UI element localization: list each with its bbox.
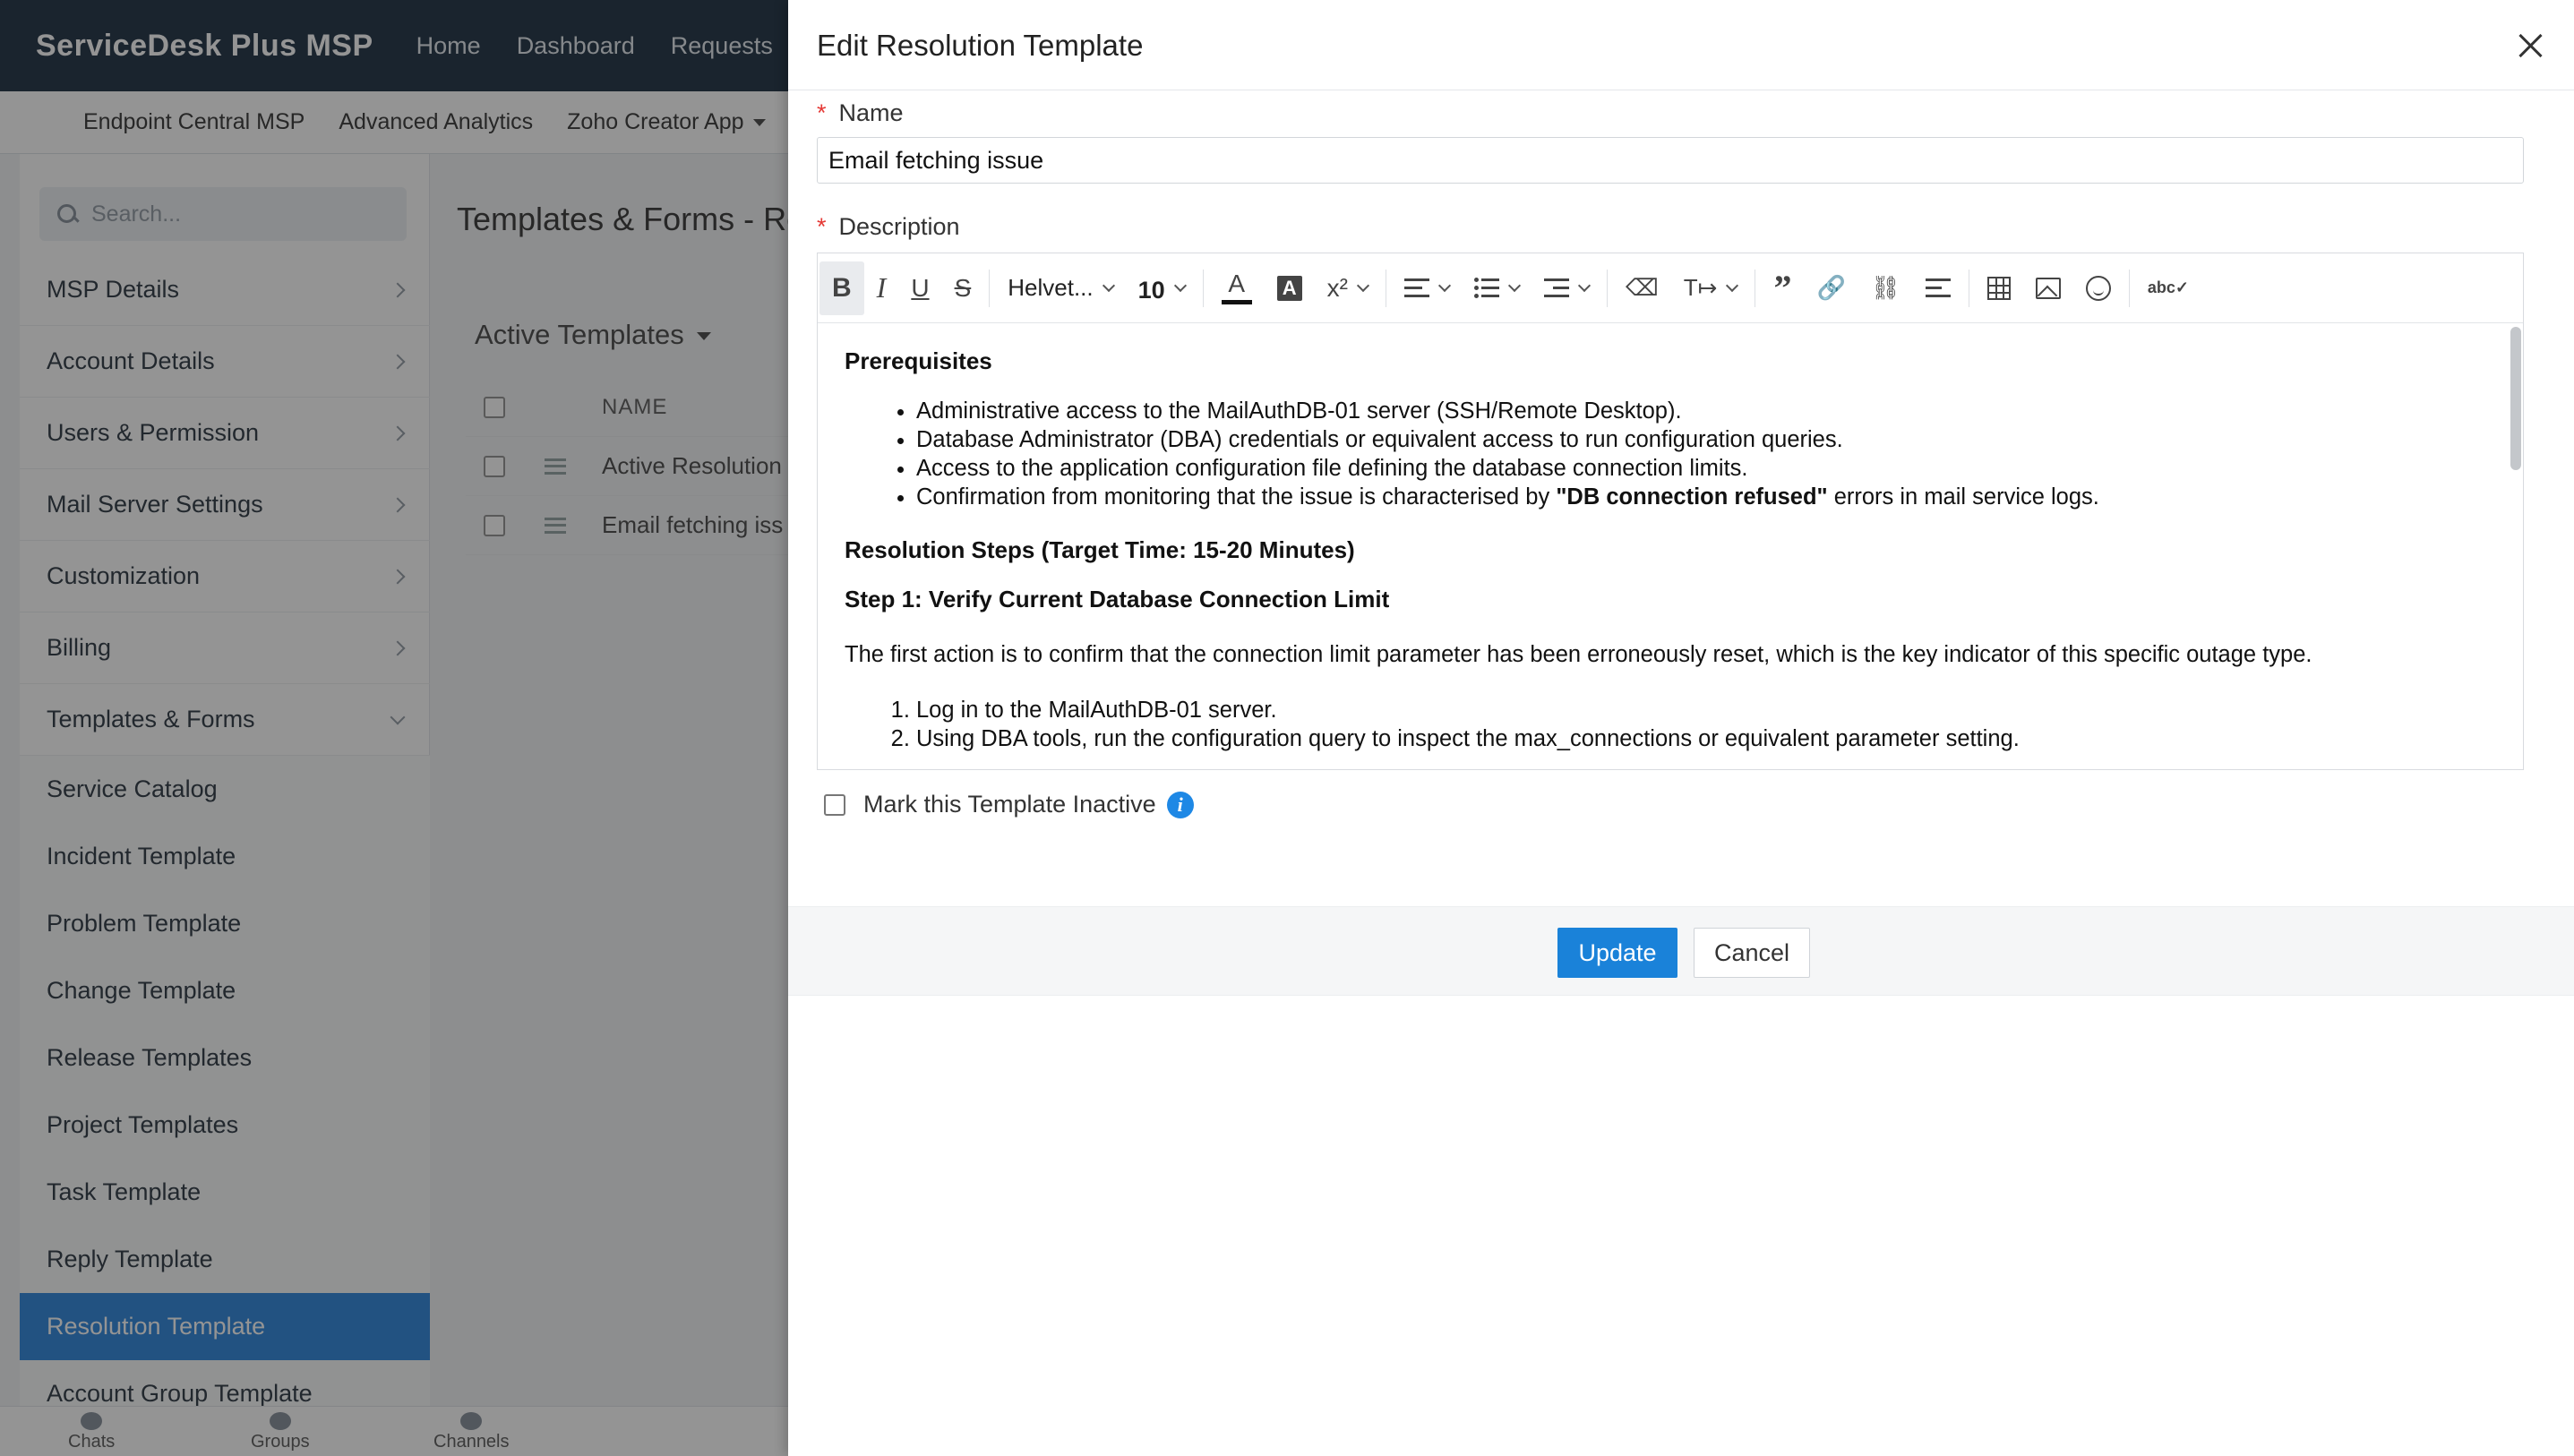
prerequisites-list: Administrative access to the MailAuthDB-…	[916, 397, 2496, 511]
editor-content[interactable]: Prerequisites Administrative access to t…	[818, 324, 2523, 769]
chevron-down-icon	[1102, 278, 1115, 292]
blockquote-button[interactable]: ”	[1761, 261, 1804, 315]
line-spacing-icon	[1925, 278, 1951, 298]
remove-link-button[interactable]: ⛓	[1858, 261, 1913, 315]
info-icon[interactable]: i	[1166, 791, 1194, 818]
unlink-icon: ⛓	[1870, 274, 1900, 301]
close-icon[interactable]	[2515, 30, 2545, 61]
superscript-button[interactable]: x²	[1315, 261, 1380, 315]
update-button[interactable]: Update	[1557, 928, 1677, 978]
list-item-text: Confirmation from monitoring that the is…	[916, 484, 1557, 510]
list-item: Database Administrator (DBA) credentials…	[916, 425, 2496, 454]
table-icon	[1986, 276, 2011, 300]
font-size-value: 10	[1137, 277, 1165, 304]
text-direction-button[interactable]: T↦	[1671, 261, 1750, 315]
spellcheck-icon: abc✓	[2147, 278, 2189, 296]
list-item: Administrative access to the MailAuthDB-…	[916, 397, 2496, 425]
required-marker: *	[817, 99, 827, 126]
mark-inactive-option: Mark this Template Inactive i	[824, 791, 1194, 818]
name-input[interactable]	[817, 137, 2524, 184]
highlight-icon: A	[1276, 275, 1302, 301]
emoji-icon	[2085, 275, 2111, 301]
highlight-button[interactable]: A	[1265, 261, 1315, 315]
bold-icon: B	[832, 272, 852, 303]
chevron-down-icon	[1173, 278, 1187, 292]
list-button[interactable]	[1462, 261, 1532, 315]
editor-toolbar: B I U S Helvet... 10 A A x² ⌫ T↦ ” 🔗 ⛓ a…	[818, 253, 2523, 323]
strikethrough-icon: S	[954, 273, 972, 302]
chevron-down-icon	[1726, 278, 1739, 292]
list-item-text: errors in mail service logs.	[1827, 484, 2099, 510]
spellcheck-button[interactable]: abc✓	[2135, 261, 2201, 315]
superscript-icon: x²	[1326, 273, 1348, 302]
prerequisites-heading: Prerequisites	[845, 347, 992, 374]
link-icon: 🔗	[1816, 274, 1846, 301]
quote-icon: ”	[1773, 268, 1792, 308]
outdent-icon	[1544, 278, 1569, 298]
indent-button[interactable]	[1532, 261, 1601, 315]
list-item: Log in to the MailAuthDB-01 server.	[916, 696, 2496, 724]
modal-footer: Update Cancel	[788, 906, 2574, 996]
editor-scrollbar[interactable]	[2510, 327, 2521, 470]
edit-resolution-template-dialog: Edit Resolution Template * Name * Descript…	[788, 0, 2574, 1456]
insert-table-button[interactable]	[1975, 261, 2023, 315]
chevron-down-icon	[1577, 278, 1592, 292]
list-item-bold-text: "DB connection refused"	[1556, 484, 1828, 510]
bullet-list-icon	[1474, 277, 1499, 298]
step1-heading: Step 1: Verify Current Database Connecti…	[845, 586, 1390, 612]
toolbar-divider	[1607, 269, 1608, 307]
strikethrough-button[interactable]: S	[942, 261, 984, 315]
emoji-button[interactable]	[2073, 261, 2124, 315]
font-size-select[interactable]: 10	[1126, 261, 1197, 315]
clear-format-button[interactable]: ⌫	[1613, 261, 1671, 315]
chevron-down-icon	[1437, 278, 1452, 292]
text-color-icon: A	[1221, 271, 1252, 304]
name-label-text: Name	[838, 99, 904, 126]
list-item: Access to the application configuration …	[916, 454, 2496, 483]
chevron-down-icon	[1356, 278, 1370, 292]
italic-icon: I	[876, 271, 887, 304]
font-family-select[interactable]: Helvet...	[995, 261, 1125, 315]
resolution-steps-heading: Resolution Steps (Target Time: 15-20 Min…	[845, 536, 1355, 563]
step1-list: Log in to the MailAuthDB-01 server. Usin…	[916, 696, 2496, 753]
insert-link-button[interactable]: 🔗	[1804, 261, 1858, 315]
bold-button[interactable]: B	[819, 261, 864, 315]
image-icon	[2035, 277, 2061, 299]
text-color-button[interactable]: A	[1209, 261, 1265, 315]
list-item: Confirmation from monitoring that the is…	[916, 483, 2496, 511]
chevron-down-icon	[1507, 278, 1522, 292]
description-label: * Description	[817, 213, 960, 241]
text-direction-icon: T↦	[1683, 274, 1718, 301]
toolbar-divider	[2128, 269, 2130, 307]
toolbar-divider	[1202, 269, 1204, 307]
step1-paragraph: The first action is to confirm that the …	[845, 642, 2312, 667]
eraser-icon: ⌫	[1626, 274, 1659, 301]
mark-inactive-label[interactable]: Mark this Template Inactive	[863, 791, 1156, 818]
description-label-text: Description	[838, 213, 960, 240]
italic-button[interactable]: I	[864, 261, 899, 315]
description-editor: B I U S Helvet... 10 A A x² ⌫ T↦ ” 🔗 ⛓ a…	[817, 253, 2524, 770]
align-button[interactable]	[1392, 261, 1462, 315]
insert-image-button[interactable]	[2023, 261, 2073, 315]
underline-button[interactable]: U	[898, 261, 941, 315]
modal-header: Edit Resolution Template	[788, 0, 2574, 90]
cancel-button[interactable]: Cancel	[1694, 928, 1810, 978]
line-height-button[interactable]	[1913, 261, 1963, 315]
modal-title: Edit Resolution Template	[817, 29, 1144, 62]
toolbar-divider	[989, 269, 991, 307]
align-left-icon	[1404, 278, 1429, 298]
underline-icon: U	[911, 273, 930, 302]
required-marker: *	[817, 213, 827, 240]
mark-inactive-checkbox[interactable]	[824, 793, 845, 816]
font-family-value: Helvet...	[1008, 274, 1094, 301]
name-label: * Name	[817, 99, 904, 127]
list-item: Using DBA tools, run the configuration q…	[916, 724, 2496, 753]
